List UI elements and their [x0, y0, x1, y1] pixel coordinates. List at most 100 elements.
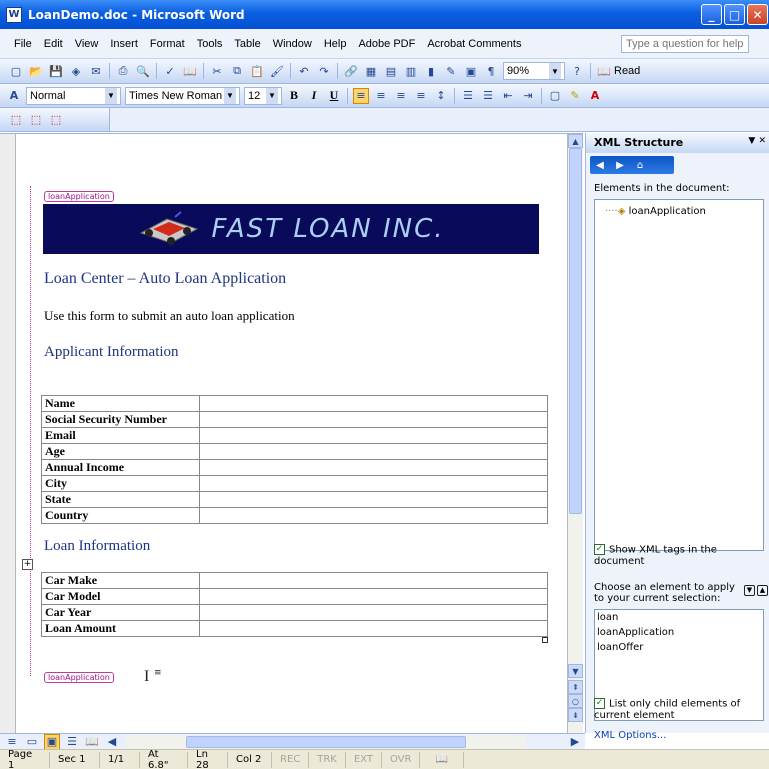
menu-view[interactable]: View — [69, 38, 105, 50]
table-cell-value[interactable] — [199, 588, 548, 605]
table-cell-value[interactable] — [199, 620, 548, 637]
menu-acrobat-comments[interactable]: Acrobat Comments — [421, 38, 527, 50]
align-center-icon[interactable]: ≡ — [373, 88, 389, 104]
align-left-icon[interactable]: ≡ — [353, 87, 369, 104]
table-cell-value[interactable] — [199, 604, 548, 621]
convert-pdf-review-icon[interactable]: ⬚ — [48, 112, 64, 128]
help-icon[interactable]: ? — [569, 63, 585, 79]
horizontal-scroll-track[interactable] — [126, 734, 526, 749]
table-cell-value[interactable] — [199, 443, 548, 460]
horizontal-scroll-thumb[interactable] — [186, 735, 466, 748]
scroll-left-icon[interactable]: ◀ — [104, 734, 120, 750]
table-cell-value[interactable] — [199, 475, 548, 492]
table-resize-handle-icon[interactable] — [542, 637, 548, 643]
tables-borders-icon[interactable]: ▦ — [363, 63, 379, 79]
scroll-up-icon[interactable]: ▲ — [568, 134, 583, 148]
menu-format[interactable]: Format — [144, 38, 191, 50]
table-cell-value[interactable] — [199, 572, 548, 589]
save-icon[interactable]: 💾 — [48, 63, 64, 79]
redo-icon[interactable]: ↷ — [316, 63, 332, 79]
font-select[interactable]: Times New Roman ▼ — [125, 86, 240, 105]
document-page[interactable]: loanApplication FAST LOAN INC. Loan Cent… — [15, 134, 568, 734]
menu-edit[interactable]: Edit — [38, 38, 69, 50]
print-preview-icon[interactable]: 🔍 — [135, 63, 151, 79]
menu-file[interactable]: File — [8, 38, 38, 50]
move-up-icon[interactable]: ▲ — [757, 585, 768, 596]
previous-page-icon[interactable]: ⇞ — [568, 680, 583, 694]
document-map-icon[interactable]: ▣ — [463, 63, 479, 79]
research-icon[interactable]: 📖 — [182, 63, 198, 79]
scroll-right-icon[interactable]: ▶ — [567, 734, 583, 750]
insert-excel-icon[interactable]: ▥ — [403, 63, 419, 79]
email-icon[interactable]: ✉ — [88, 63, 104, 79]
decrease-indent-icon[interactable]: ⇤ — [500, 88, 516, 104]
menu-tools[interactable]: Tools — [191, 38, 229, 50]
align-right-icon[interactable]: ≡ — [393, 88, 409, 104]
open-folder-icon[interactable]: 📂 — [28, 63, 44, 79]
table-cell-value[interactable] — [199, 507, 548, 524]
menu-help[interactable]: Help — [318, 38, 353, 50]
styles-icon[interactable]: A — [6, 88, 22, 104]
show-tags-checkbox[interactable]: ✓ — [594, 544, 605, 555]
maximize-button[interactable]: □ — [724, 4, 745, 25]
justify-icon[interactable]: ≡ — [413, 88, 429, 104]
print-layout-icon[interactable]: ▣ — [44, 733, 60, 750]
bold-button[interactable]: B — [285, 87, 303, 105]
menu-window[interactable]: Window — [267, 38, 318, 50]
read-button[interactable]: Read — [614, 65, 640, 77]
new-document-icon[interactable]: ▢ — [8, 63, 24, 79]
tree-root-item[interactable]: ····◈ loanApplication — [605, 206, 706, 217]
table-cell-value[interactable] — [199, 411, 548, 428]
web-layout-icon[interactable]: ▭ — [24, 734, 40, 750]
status-trk[interactable]: TRK — [309, 751, 346, 768]
move-down-icon[interactable]: ▼ — [744, 585, 755, 596]
menu-table[interactable]: Table — [228, 38, 266, 50]
insert-table-icon[interactable]: ▤ — [383, 63, 399, 79]
list-item[interactable]: loan — [597, 612, 761, 627]
home-icon[interactable]: ⌂ — [632, 158, 648, 172]
drawing-icon[interactable]: ✎ — [443, 63, 459, 79]
permission-icon[interactable]: ◈ — [68, 63, 84, 79]
columns-icon[interactable]: ▮ — [423, 63, 439, 79]
font-size-select[interactable]: 12 ▼ — [244, 86, 282, 105]
list-item[interactable]: loanApplication — [597, 627, 761, 642]
underline-button[interactable]: U — [325, 87, 343, 105]
open-xml-tag[interactable]: loanApplication — [44, 191, 114, 202]
normal-view-icon[interactable]: ≡ — [4, 734, 20, 750]
title-bar[interactable]: W LoanDemo.doc - Microsoft Word _ □ ✕ — [0, 0, 769, 29]
highlight-icon[interactable]: ✎ — [567, 88, 583, 104]
borders-icon[interactable]: ▢ — [547, 88, 563, 104]
table-move-handle-icon[interactable]: + — [22, 559, 33, 570]
hyperlink-icon[interactable]: 🔗 — [343, 63, 359, 79]
select-browse-object-icon[interactable]: ○ — [568, 694, 583, 708]
show-hide-icon[interactable]: ¶ — [483, 63, 499, 79]
scroll-thumb[interactable] — [569, 148, 582, 514]
format-painter-icon[interactable]: 🖌 — [269, 63, 285, 79]
next-page-icon[interactable]: ⇟ — [568, 708, 583, 722]
outline-view-icon[interactable]: ☰ — [64, 734, 80, 750]
copy-icon[interactable]: ⧉ — [229, 63, 245, 79]
bullets-icon[interactable]: ☰ — [480, 88, 496, 104]
zoom-select[interactable]: 90% ▼ — [503, 62, 565, 80]
print-icon[interactable]: ⎙ — [115, 63, 131, 79]
list-only-checkbox[interactable]: ✓ — [594, 698, 605, 709]
menu-insert[interactable]: Insert — [104, 38, 144, 50]
table-cell-value[interactable] — [199, 491, 548, 508]
ask-question-input[interactable] — [621, 35, 749, 53]
undo-icon[interactable]: ↶ — [296, 63, 312, 79]
spelling-status-icon[interactable]: 📖 — [420, 751, 465, 768]
close-button[interactable]: ✕ — [747, 4, 768, 25]
paste-icon[interactable]: 📋 — [249, 63, 265, 79]
convert-pdf-icon[interactable]: ⬚ — [8, 112, 24, 128]
menu-adobe-pdf[interactable]: Adobe PDF — [352, 38, 421, 50]
numbering-icon[interactable]: ☰ — [460, 88, 476, 104]
spelling-icon[interactable]: ✓ — [162, 63, 178, 79]
cut-icon[interactable]: ✂ — [209, 63, 225, 79]
table-cell-value[interactable] — [199, 427, 548, 444]
vertical-scrollbar[interactable]: ▲ ▼ ⇞ ○ ⇟ — [568, 134, 583, 734]
close-xml-tag[interactable]: loanApplication — [44, 672, 114, 683]
style-select[interactable]: Normal ▼ — [26, 86, 121, 105]
forward-icon[interactable]: ▶ — [612, 158, 628, 172]
reading-layout-icon[interactable]: 📖 — [84, 734, 100, 750]
table-cell-value[interactable] — [199, 395, 548, 412]
